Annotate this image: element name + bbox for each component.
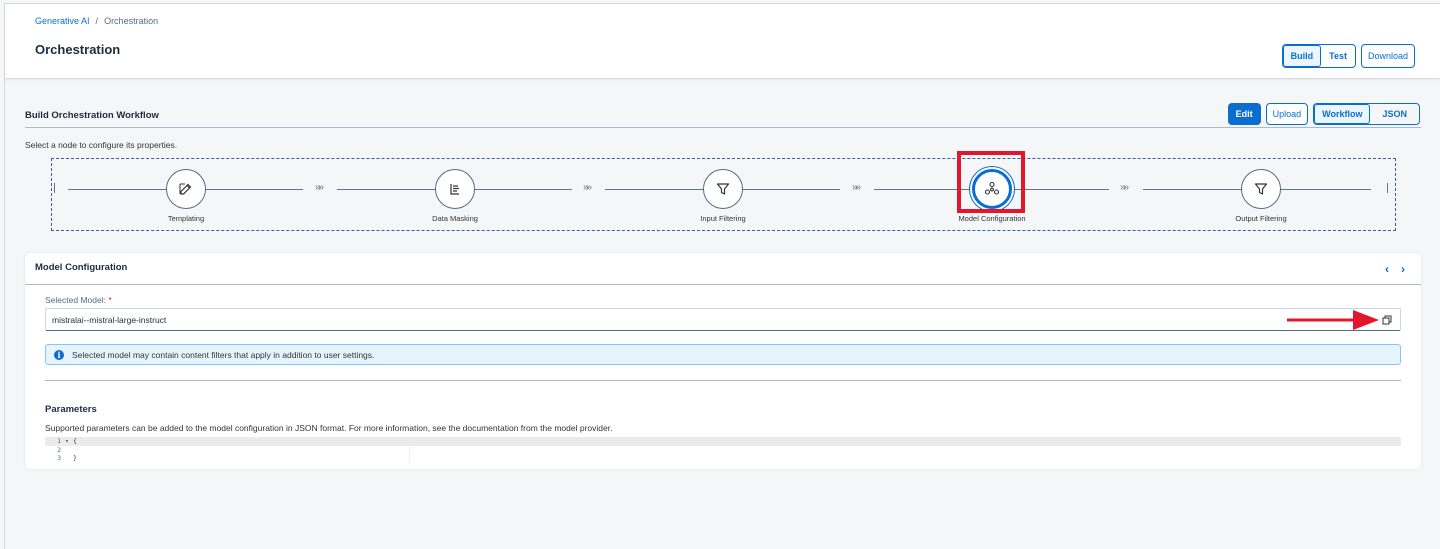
required-marker: * — [108, 295, 112, 305]
next-node-icon[interactable]: › — [1401, 262, 1405, 276]
upload-button[interactable]: Upload — [1265, 103, 1309, 125]
connector-chevrons-icon: »» — [1120, 182, 1129, 193]
highlight-box — [957, 151, 1025, 213]
model-configuration-panel: Model Configuration ‹ › Selected Model: … — [25, 253, 1421, 469]
build-button[interactable]: Build — [1282, 45, 1322, 67]
breadcrumb-generative-ai[interactable]: Generative AI — [35, 16, 90, 26]
editor-line: 3 } — [45, 454, 1401, 463]
node-label-output-filtering: Output Filtering — [1235, 214, 1287, 223]
parameters-title: Parameters — [45, 404, 97, 415]
filter-icon — [1254, 183, 1268, 195]
selected-model-input[interactable]: mistralai--mistral-large-instruct — [45, 308, 1401, 331]
track-start-tick — [54, 183, 55, 193]
info-icon: i — [54, 349, 64, 360]
panel-title: Model Configuration — [35, 262, 128, 273]
workflow-divider — [25, 127, 1421, 128]
node-input-filtering[interactable] — [703, 169, 743, 209]
selected-model-label-text: Selected Model: — [45, 295, 106, 305]
app-window: Generative AI / Orchestration Orchestrat… — [4, 3, 1440, 549]
header-actions: Build Test Download — [1281, 44, 1415, 68]
node-templating[interactable] — [166, 169, 206, 209]
workflow-canvas: »» »» »» »» Templating Data Masking Inpu… — [51, 158, 1396, 231]
code-text: { — [73, 437, 77, 446]
fold-arrow-icon[interactable]: ▾ — [65, 437, 73, 445]
breadcrumb-current: Orchestration — [104, 16, 159, 26]
code-text: } — [73, 454, 77, 463]
previous-node-icon[interactable]: ‹ — [1385, 262, 1389, 276]
node-label-data-masking: Data Masking — [432, 214, 478, 223]
edit-button[interactable]: Edit — [1227, 103, 1261, 125]
editor-print-margin — [409, 445, 410, 463]
build-test-toggle: Build Test — [1281, 44, 1356, 68]
panel-navigation: ‹ › — [1385, 262, 1405, 276]
filter-icon — [716, 183, 730, 195]
annotation-arrow-icon — [1287, 310, 1379, 330]
info-message: Selected model may contain content filte… — [72, 349, 375, 360]
node-data-masking[interactable] — [435, 169, 475, 209]
node-label-templating: Templating — [167, 214, 205, 223]
connector-chevrons-icon: »» — [852, 182, 861, 193]
info-message-strip: i Selected model may contain content fil… — [45, 344, 1401, 365]
document-lines-icon — [450, 184, 459, 195]
selected-model-value: mistralai--mistral-large-instruct — [52, 314, 167, 325]
parameters-json-editor[interactable]: 1 ▾ { 2 3 } — [45, 437, 1401, 463]
line-number: 2 — [57, 445, 61, 454]
panel-divider — [25, 284, 1421, 285]
line-number: 1 — [57, 437, 61, 446]
parameters-description: Supported parameters can be added to the… — [45, 423, 613, 433]
page-header: Generative AI / Orchestration Orchestrat… — [5, 4, 1440, 79]
edit-icon — [179, 183, 192, 195]
editor-line: 2 — [45, 446, 1401, 455]
page-title: Orchestration — [35, 42, 121, 57]
section-divider — [45, 380, 1401, 381]
workflow-view-button[interactable]: Workflow — [1314, 104, 1371, 124]
workflow-actions: Edit Upload Workflow JSON — [1227, 103, 1420, 125]
node-label-input-filtering: Input Filtering — [700, 214, 746, 223]
download-button[interactable]: Download — [1360, 44, 1415, 68]
workflow-json-toggle: Workflow JSON — [1313, 103, 1420, 125]
workflow-hint: Select a node to configure its propertie… — [25, 140, 178, 150]
track-end-tick — [1387, 183, 1388, 193]
breadcrumb: Generative AI / Orchestration — [35, 16, 158, 26]
editor-line: 1 ▾ { — [45, 437, 1401, 446]
workflow-title: Build Orchestration Workflow — [25, 110, 159, 121]
selected-model-label: Selected Model: * — [45, 295, 112, 305]
breadcrumb-separator: / — [95, 16, 99, 26]
test-button[interactable]: Test — [1321, 45, 1355, 67]
node-output-filtering[interactable] — [1241, 169, 1281, 209]
node-label-model-configuration: Model Configuration — [958, 214, 1026, 223]
line-number: 3 — [57, 454, 61, 463]
json-view-button[interactable]: JSON — [1370, 104, 1419, 124]
connector-chevrons-icon: »» — [583, 182, 592, 193]
connector-chevrons-icon: »» — [315, 182, 324, 193]
